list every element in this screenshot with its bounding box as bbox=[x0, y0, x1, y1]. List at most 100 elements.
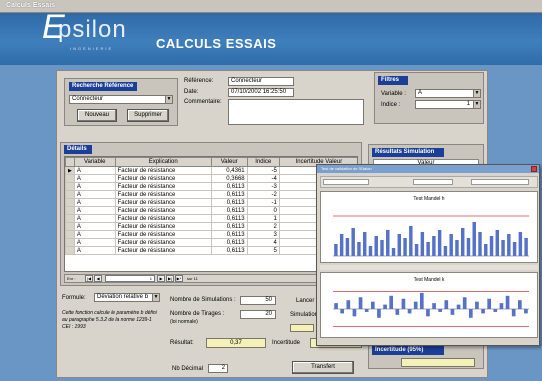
table-cell[interactable]: -1 bbox=[246, 198, 280, 207]
table-row[interactable]: AFacteur de résistance0,611340,1483 bbox=[65, 238, 357, 247]
row-selector[interactable] bbox=[65, 198, 75, 207]
row-selector[interactable] bbox=[65, 214, 75, 223]
column-header[interactable]: Valeur bbox=[210, 157, 248, 167]
row-selector[interactable] bbox=[65, 206, 75, 215]
table-cell[interactable]: Facteur de résistance bbox=[114, 198, 212, 207]
transfert-button[interactable]: Transfert bbox=[292, 361, 354, 374]
table-cell[interactable]: 0,6113 bbox=[210, 246, 248, 255]
row-selector[interactable] bbox=[65, 174, 75, 183]
row-selector[interactable] bbox=[65, 246, 75, 255]
chevron-down-icon[interactable]: ▼ bbox=[152, 294, 159, 301]
table-cell[interactable]: Facteur de résistance bbox=[114, 190, 212, 199]
table-cell[interactable]: A bbox=[73, 182, 116, 191]
table-row[interactable]: AFacteur de résistance0,611300,1483 bbox=[65, 206, 357, 215]
commentaire-field[interactable] bbox=[228, 99, 364, 125]
table-cell[interactable]: A bbox=[73, 214, 116, 223]
table-cell[interactable]: Facteur de résistance bbox=[114, 206, 212, 215]
table-cell[interactable]: -5 bbox=[246, 166, 280, 175]
table-cell[interactable]: A bbox=[73, 166, 116, 175]
first-record-icon[interactable]: |◀ bbox=[85, 275, 93, 282]
table-cell[interactable]: Facteur de résistance bbox=[114, 230, 212, 239]
table-cell[interactable]: 3 bbox=[246, 230, 280, 239]
table-cell[interactable]: 0,6113 bbox=[210, 238, 248, 247]
chevron-down-icon[interactable]: ▼ bbox=[473, 101, 480, 108]
table-cell[interactable]: Facteur de résistance bbox=[114, 238, 212, 247]
date-field[interactable]: 07/10/2002 16:25:50 bbox=[228, 88, 294, 97]
table-cell[interactable]: Facteur de résistance bbox=[114, 246, 212, 255]
table-row[interactable]: AFacteur de résistance0,6113-30,1483 bbox=[65, 182, 357, 191]
nouveau-button[interactable]: Nouveau bbox=[77, 109, 117, 122]
lancer-button[interactable]: Lancer bbox=[296, 298, 314, 304]
table-cell[interactable]: 1 bbox=[246, 214, 280, 223]
close-icon[interactable] bbox=[531, 166, 537, 172]
reference-select[interactable]: Connecteur ▼ bbox=[69, 95, 173, 104]
table-row[interactable]: AFacteur de résistance0,611330,1483 bbox=[65, 230, 357, 239]
column-header[interactable]: Indice bbox=[246, 157, 280, 167]
table-cell[interactable]: 0,6113 bbox=[210, 182, 248, 191]
variable-select[interactable]: A ▼ bbox=[415, 89, 481, 98]
table-cell[interactable]: 0,4361 bbox=[210, 166, 248, 175]
table-row[interactable]: ▶AFacteur de résistance0,4361-50,1475 bbox=[65, 166, 357, 175]
table-row[interactable]: AFacteur de résistance0,6113-20,1483 bbox=[65, 190, 357, 199]
nb-simulations-field[interactable]: 50 bbox=[240, 296, 276, 305]
last-record-icon[interactable]: ▶| bbox=[166, 275, 174, 282]
table-row[interactable]: AFacteur de résistance0,611310,1483 bbox=[65, 214, 357, 223]
reference-field[interactable]: Connecteur bbox=[228, 77, 294, 86]
table-cell[interactable]: 0,6113 bbox=[210, 230, 248, 239]
table-cell[interactable]: A bbox=[73, 174, 116, 183]
record-number[interactable]: 1 bbox=[105, 275, 155, 282]
table-cell[interactable]: 5 bbox=[246, 246, 280, 255]
row-selector[interactable] bbox=[65, 230, 75, 239]
table-cell[interactable]: A bbox=[73, 198, 116, 207]
row-selector[interactable] bbox=[65, 182, 75, 191]
table-cell[interactable]: 0,3668 bbox=[210, 174, 248, 183]
table-cell[interactable]: 0,6113 bbox=[210, 214, 248, 223]
table-cell[interactable]: -4 bbox=[246, 174, 280, 183]
table-cell[interactable]: A bbox=[73, 190, 116, 199]
table-cell[interactable]: A bbox=[73, 238, 116, 247]
table-cell[interactable]: 0,6113 bbox=[210, 206, 248, 215]
table-cell[interactable]: 2 bbox=[246, 222, 280, 231]
table-cell[interactable]: Facteur de résistance bbox=[114, 166, 212, 175]
table-cell[interactable]: 0,6113 bbox=[210, 190, 248, 199]
table-cell[interactable]: -2 bbox=[246, 190, 280, 199]
table-cell[interactable]: A bbox=[73, 246, 116, 255]
table-cell[interactable]: 0 bbox=[246, 206, 280, 215]
column-header[interactable]: Explication bbox=[114, 157, 212, 167]
chevron-down-icon[interactable]: ▼ bbox=[473, 90, 480, 97]
table-cell[interactable]: Facteur de résistance bbox=[114, 222, 212, 231]
table-cell[interactable]: 4 bbox=[246, 238, 280, 247]
table-cell[interactable]: -3 bbox=[246, 182, 280, 191]
row-selector[interactable] bbox=[65, 190, 75, 199]
next-record-icon[interactable]: ▶ bbox=[157, 275, 165, 282]
table-row[interactable]: AFacteur de résistance0,611350,1483 bbox=[65, 246, 357, 255]
table-row[interactable]: AFacteur de résistance0,611320,1483 bbox=[65, 222, 357, 231]
table-cell[interactable]: Facteur de résistance bbox=[114, 182, 212, 191]
chart-filter-2[interactable] bbox=[413, 179, 453, 185]
table-cell[interactable]: 0,6113 bbox=[210, 222, 248, 231]
chart-filter-3[interactable] bbox=[471, 179, 529, 185]
nb-tirages-field[interactable]: 20 bbox=[240, 310, 276, 319]
row-selector[interactable] bbox=[65, 222, 75, 231]
table-row[interactable]: AFacteur de résistance0,6113-10,1483 bbox=[65, 198, 357, 207]
table-row[interactable]: AFacteur de résistance0,3668-40,1473 bbox=[65, 174, 357, 183]
row-selector[interactable] bbox=[65, 238, 75, 247]
chevron-down-icon[interactable]: ▼ bbox=[165, 96, 172, 103]
table-cell[interactable]: Facteur de résistance bbox=[114, 214, 212, 223]
current-row-icon[interactable]: ▶ bbox=[65, 166, 75, 175]
prev-record-icon[interactable]: ◀ bbox=[94, 275, 102, 282]
table-cell[interactable]: 0,6113 bbox=[210, 198, 248, 207]
nb-decimal-field[interactable]: 2 bbox=[208, 364, 228, 373]
table-cell[interactable]: Facteur de résistance bbox=[114, 174, 212, 183]
supprimer-button[interactable]: Supprimer bbox=[127, 109, 169, 122]
indice-select[interactable]: 1 ▼ bbox=[415, 100, 481, 109]
new-record-icon[interactable]: ▶* bbox=[175, 275, 183, 282]
details-grid[interactable]: Variable Explication Valeur Indice Incertitu… bbox=[64, 156, 358, 272]
variable-select-value: A bbox=[418, 90, 423, 96]
column-header[interactable]: Variable bbox=[73, 157, 116, 167]
table-cell[interactable]: A bbox=[73, 230, 116, 239]
table-cell[interactable]: A bbox=[73, 206, 116, 215]
table-cell[interactable]: A bbox=[73, 222, 116, 231]
chart-filter-1[interactable] bbox=[323, 179, 369, 185]
formule-select[interactable]: Déviation relative b ▼ bbox=[94, 293, 160, 302]
